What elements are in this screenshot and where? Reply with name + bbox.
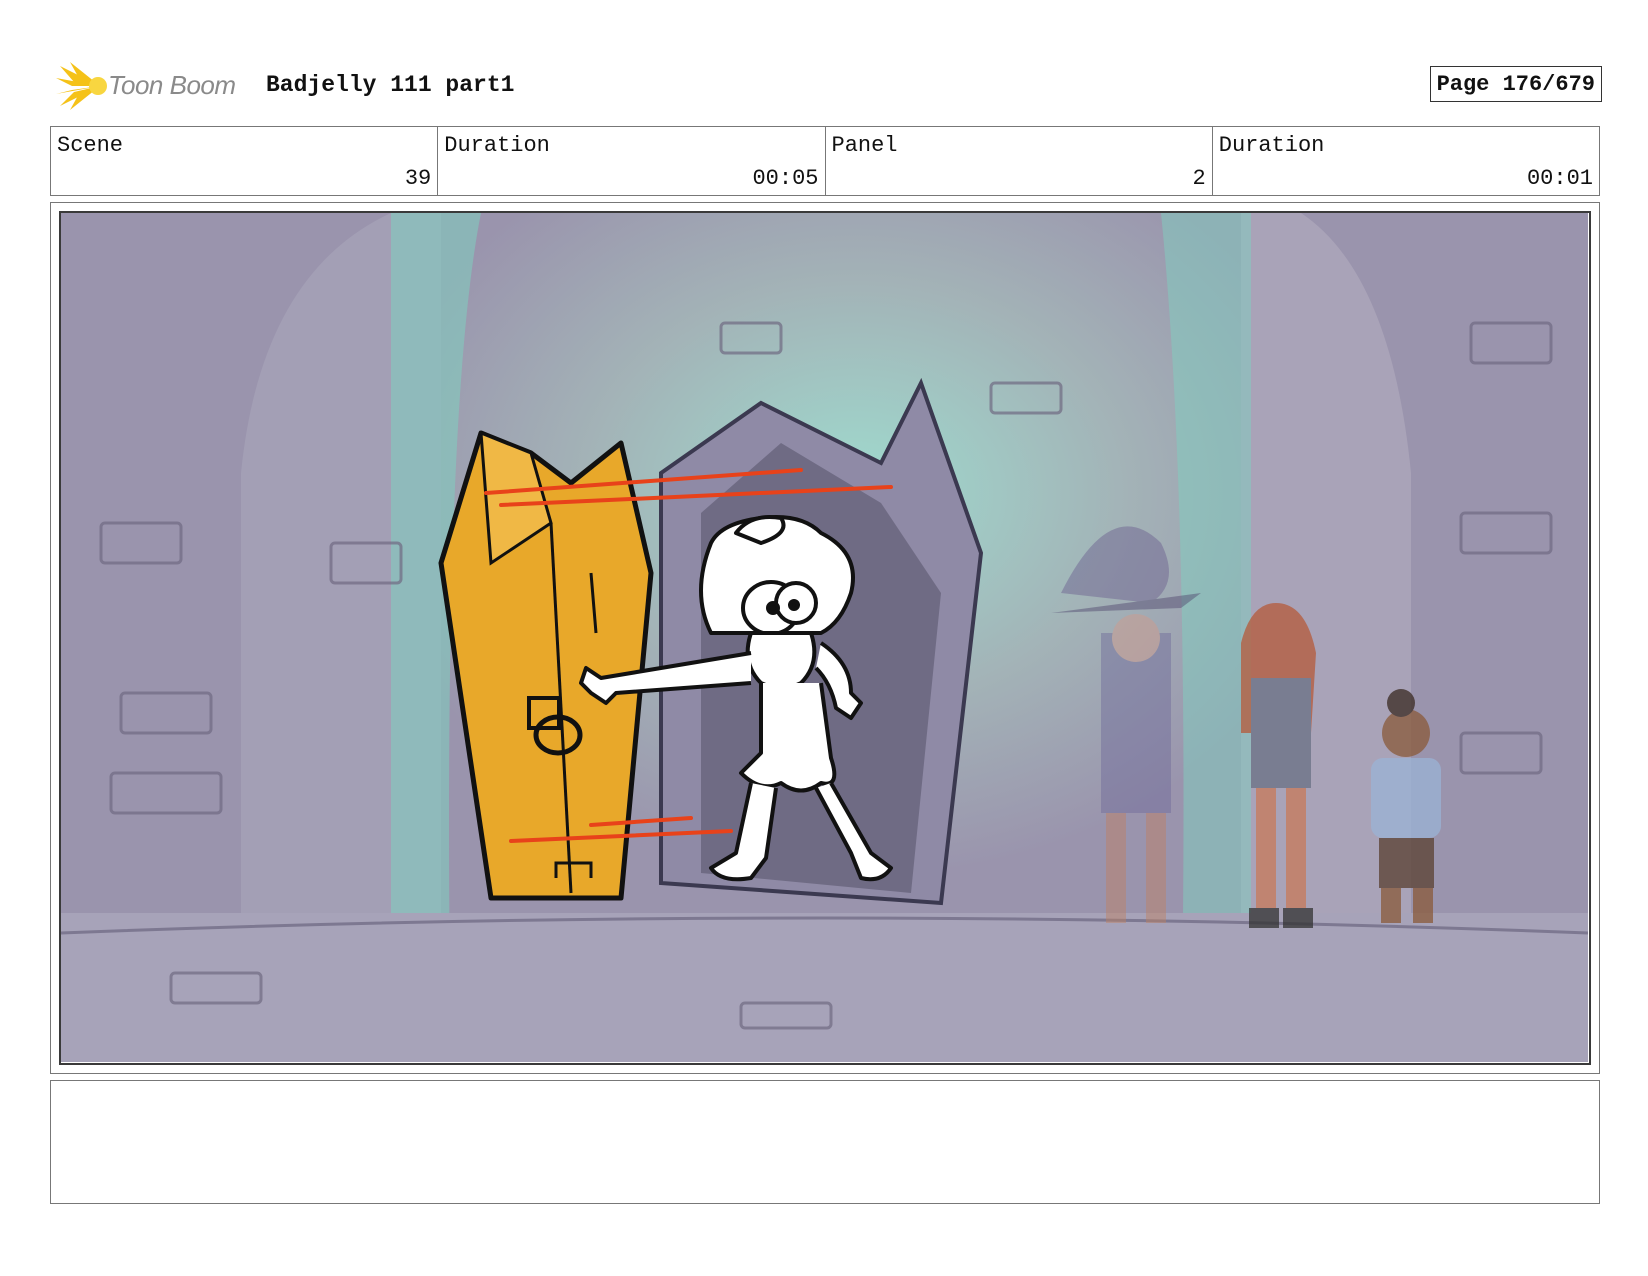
floor	[61, 913, 1588, 1062]
panel-value: 2	[1192, 166, 1206, 191]
scene-duration-cell: Duration 00:05	[438, 127, 826, 195]
scene-cell: Scene 39	[51, 127, 439, 195]
scene-illustration	[61, 213, 1588, 1062]
scene-duration-label: Duration	[444, 133, 550, 158]
panel-duration-value: 00:01	[1526, 166, 1593, 191]
page-indicator: Page 176/679	[1429, 66, 1602, 102]
toon-boom-logo: Toon Boom	[54, 60, 250, 112]
panel-label: Panel	[831, 133, 898, 158]
document-title: Badjelly 111 part1	[266, 72, 515, 98]
panel-cell: Panel 2	[826, 127, 1213, 195]
scene-duration-value: 00:05	[752, 166, 819, 191]
sunburst-icon	[56, 62, 107, 110]
scene-value: 39	[404, 166, 432, 191]
header: Toon Boom Badjelly 111 part1 Page 176/67…	[54, 58, 1602, 114]
panel-info-row: Scene 39 Duration 00:05 Panel 2 Duration…	[50, 126, 1600, 196]
panel-notes-box	[50, 1080, 1600, 1204]
scene-label: Scene	[57, 133, 124, 158]
panel-duration-label: Duration	[1218, 133, 1325, 158]
panel-drawing	[59, 211, 1591, 1065]
panel-duration-cell: Duration 00:01	[1213, 127, 1599, 195]
logo-text: Toon Boom	[108, 70, 236, 100]
storyboard-panel	[50, 202, 1600, 1074]
